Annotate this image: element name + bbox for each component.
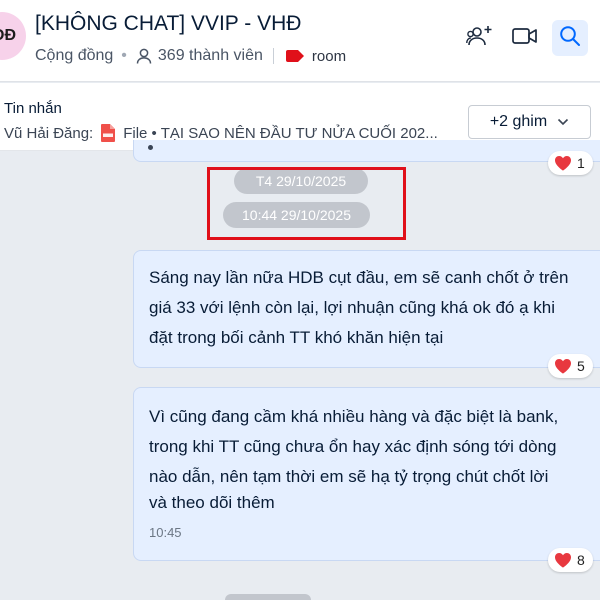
- reaction-badge[interactable]: 1: [548, 151, 593, 175]
- bullet-dot: [148, 145, 153, 150]
- message-line: trong khi TT cũng chưa ổn hay xác định s…: [149, 437, 557, 456]
- message-line: Vì cũng đang cầm khá nhiều hàng và đặc b…: [149, 407, 559, 426]
- avatar-text: ĐĐ: [0, 27, 16, 44]
- pdf-file-icon: [101, 124, 116, 142]
- reaction-count: 5: [577, 358, 585, 374]
- video-call-button[interactable]: [507, 20, 543, 56]
- more-pins-label: +2 ghim: [489, 113, 548, 130]
- reaction-badge[interactable]: 5: [548, 354, 593, 378]
- heart-icon: [554, 552, 572, 568]
- next-stamp-pill: [225, 594, 311, 600]
- previous-message-bubble[interactable]: [133, 140, 600, 162]
- message-line: Sáng nay lần nữa HDB cụt đầu, em sẽ canh…: [149, 268, 569, 287]
- chat-header: ĐĐ [KHÔNG CHAT] VVIP - VHĐ Cộng đồng • 3…: [0, 0, 600, 82]
- message-bubble[interactable]: Sáng nay lần nữa HDB cụt đầu, em sẽ canh…: [133, 250, 600, 368]
- message-line: và theo dõi thêm: [149, 493, 275, 512]
- heart-icon: [554, 358, 572, 374]
- community-label: Cộng đồng: [35, 47, 114, 64]
- pinned-file-name: File • TẠI SAO NÊN ĐẦU TƯ NỬA CUỐI 202..…: [123, 124, 438, 142]
- message-bubble[interactable]: Vì cũng đang cầm khá nhiều hàng và đặc b…: [133, 387, 600, 561]
- group-subline: Cộng đồng • 369 thành viên room: [35, 47, 346, 65]
- tag-icon: [285, 50, 304, 62]
- group-avatar[interactable]: ĐĐ: [0, 12, 26, 60]
- reaction-count: 8: [577, 552, 585, 568]
- heart-icon: [554, 155, 572, 171]
- message-time: 10:45: [149, 525, 182, 540]
- highlight-box: [207, 167, 406, 240]
- member-count[interactable]: 369 thành viên: [158, 47, 263, 65]
- person-icon: [135, 47, 153, 65]
- message-line: đặt trong bối cảnh TT khó khăn hiện tại: [149, 328, 444, 347]
- message-line: giá 33 với lệnh còn lại, lợi nhuận cũng …: [149, 298, 555, 317]
- reaction-count: 1: [577, 155, 585, 171]
- pinned-title: Tin nhắn: [4, 100, 62, 117]
- video-call-icon: [512, 27, 538, 50]
- tag-label[interactable]: room: [312, 48, 346, 65]
- reaction-badge[interactable]: 8: [548, 548, 593, 572]
- group-title[interactable]: [KHÔNG CHAT] VVIP - VHĐ: [35, 12, 301, 36]
- divider: [272, 48, 274, 64]
- separator-dot: •: [121, 47, 127, 64]
- search-button[interactable]: [552, 20, 588, 56]
- search-icon: [559, 25, 581, 52]
- chevron-down-icon: [557, 118, 569, 126]
- add-member-button[interactable]: [462, 20, 498, 56]
- pinned-sender: Vũ Hải Đăng:: [4, 124, 94, 142]
- more-pins-button[interactable]: +2 ghim: [468, 105, 591, 139]
- add-member-icon: [466, 24, 494, 53]
